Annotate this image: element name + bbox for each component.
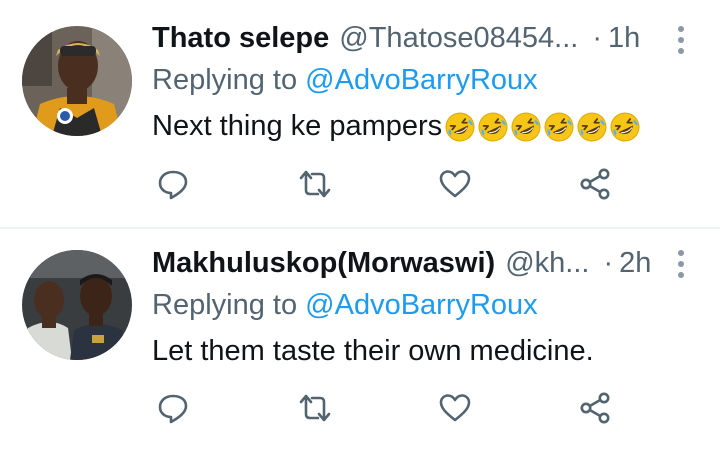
tweet-text-content: Let them taste their own medicine.: [152, 335, 594, 367]
replying-prefix: Replying to: [152, 64, 306, 96]
tweet-header: Thato selepe @Thatose08454... · 1h: [152, 22, 640, 58]
user-handle[interactable]: @Thatose08454...: [339, 22, 578, 55]
rolling-on-floor-laughing-emoji: [544, 112, 574, 141]
tweet-text: Let them taste their own medicine.: [152, 335, 594, 368]
display-name[interactable]: Makhuluskop(Morwaswi): [152, 247, 495, 280]
tweet-text: Next thing ke pampers: [152, 110, 641, 143]
timestamp[interactable]: 1h: [608, 22, 640, 55]
action-bar: [156, 168, 626, 200]
share-icon[interactable]: [578, 392, 612, 424]
display-name[interactable]: Thato selepe: [152, 22, 329, 55]
rolling-on-floor-laughing-emoji: [610, 112, 640, 141]
rolling-on-floor-laughing-emoji: [577, 112, 607, 141]
more-vertical-icon[interactable]: [676, 249, 686, 279]
rolling-on-floor-laughing-emoji: [511, 112, 541, 141]
separator-dot: ·: [592, 22, 602, 54]
tweet-text-content: Next thing ke pampers: [152, 110, 443, 142]
replying-to: Replying to @AdvoBarryRoux: [152, 289, 538, 322]
mention-link[interactable]: @AdvoBarryRoux: [305, 64, 538, 96]
retweet-icon[interactable]: [298, 168, 332, 200]
share-icon[interactable]: [578, 168, 612, 200]
replying-prefix: Replying to: [152, 289, 306, 321]
tweet-header: Makhuluskop(Morwaswi) @kh... · 2h: [152, 247, 651, 283]
rolling-on-floor-laughing-emoji: [478, 112, 508, 141]
rolling-on-floor-laughing-emoji: [445, 112, 475, 141]
separator-dot: ·: [603, 247, 614, 279]
replying-to: Replying to @AdvoBarryRoux: [152, 64, 538, 97]
more-vertical-icon[interactable]: [676, 25, 686, 55]
heart-icon[interactable]: [438, 168, 472, 200]
avatar[interactable]: [22, 250, 132, 360]
tweet[interactable]: Thato selepe @Thatose08454... · 1h Reply…: [0, 0, 720, 228]
comment-icon[interactable]: [156, 168, 190, 200]
comment-icon[interactable]: [156, 392, 190, 424]
action-bar: [156, 392, 626, 424]
tweet[interactable]: Makhuluskop(Morwaswi) @kh... · 2h Replyi…: [0, 229, 720, 461]
heart-icon[interactable]: [438, 392, 472, 424]
emoji-row: [443, 111, 641, 143]
avatar[interactable]: [22, 26, 132, 136]
user-handle[interactable]: @kh...: [505, 247, 589, 280]
mention-link[interactable]: @AdvoBarryRoux: [305, 289, 538, 321]
timestamp[interactable]: 2h: [619, 247, 651, 280]
retweet-icon[interactable]: [298, 392, 332, 424]
